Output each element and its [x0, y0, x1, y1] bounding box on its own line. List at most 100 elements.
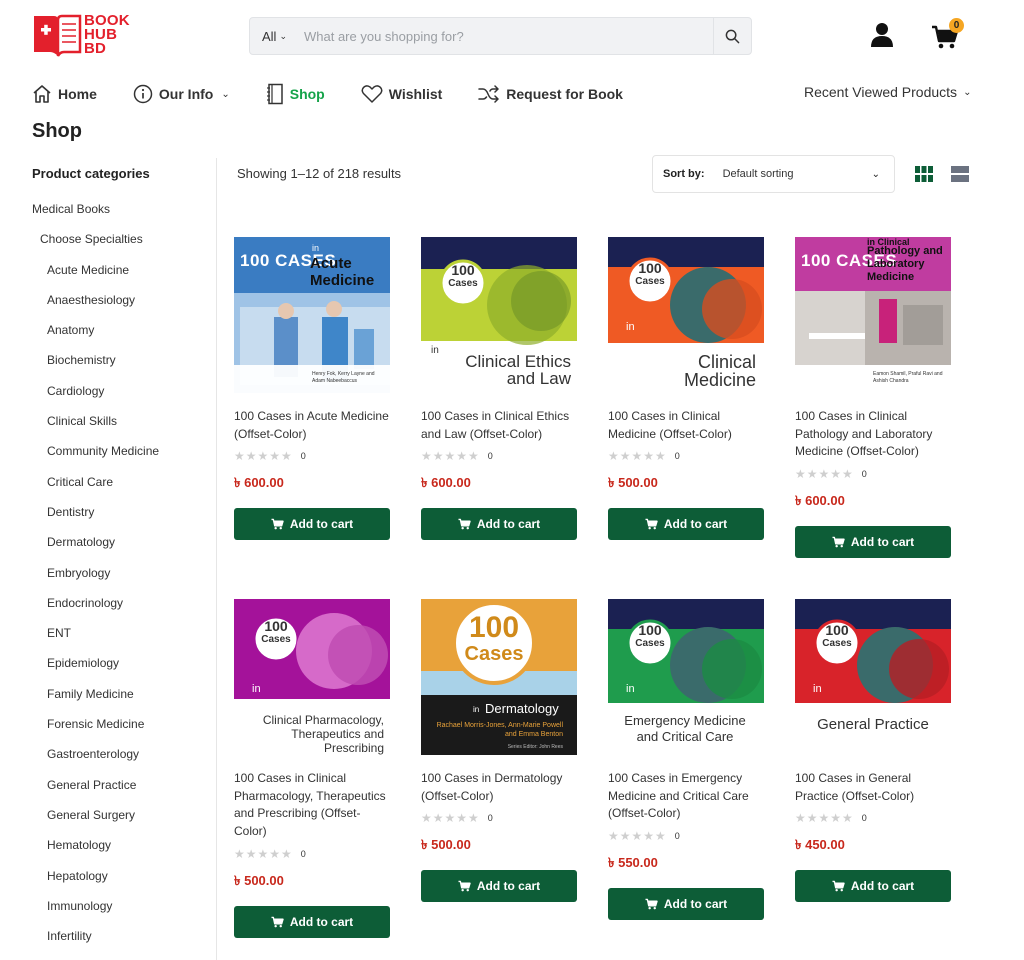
- page-title: Shop: [32, 120, 82, 142]
- user-icon[interactable]: [870, 22, 894, 48]
- category-item[interactable]: Hematology: [32, 837, 216, 867]
- category-item[interactable]: Cardiology: [32, 383, 216, 413]
- category-item[interactable]: Forensic Medicine: [32, 716, 216, 746]
- category-item[interactable]: Dentistry: [32, 504, 216, 534]
- product-title[interactable]: 100 Cases in Dermatology (Offset-Color): [421, 770, 577, 805]
- cover-badge-number: 100: [451, 262, 475, 278]
- product-price: ৳ 600.00: [795, 493, 845, 509]
- chevron-down-icon: ⌄: [963, 86, 972, 98]
- category-item[interactable]: General Practice: [32, 777, 216, 807]
- rating-count: 0: [300, 451, 306, 462]
- category-item[interactable]: Anaesthesiology: [32, 292, 216, 322]
- add-to-cart-button[interactable]: Add to cart: [795, 870, 951, 903]
- chevron-down-icon: ⌄: [279, 30, 287, 41]
- site-logo[interactable]: BOOK HUB BD: [32, 12, 130, 58]
- add-to-cart-button[interactable]: Add to cart: [234, 508, 390, 541]
- add-to-cart-label: Add to cart: [476, 517, 541, 532]
- cart-icon: [832, 536, 845, 548]
- category-item[interactable]: Immunology: [32, 898, 216, 928]
- cover-badge: 100 Cases: [629, 261, 671, 288]
- nav-our-info[interactable]: Our Info ⌄: [133, 80, 230, 108]
- nav-home[interactable]: Home: [32, 80, 97, 108]
- product-title[interactable]: 100 Cases in Clinical Ethics and Law (Of…: [421, 408, 577, 443]
- cart-icon: [645, 519, 658, 530]
- product-title[interactable]: 100 Cases in General Practice (Offset-Co…: [795, 770, 951, 805]
- add-to-cart-button[interactable]: Add to cart: [795, 526, 951, 559]
- product-price: ৳ 500.00: [234, 872, 284, 888]
- cover-authors: Henry Fok, Kerry Layne and Adam Nabeebac…: [312, 371, 375, 384]
- cover-editor: Series Editor: John Rees: [507, 744, 563, 750]
- product-cover-image[interactable]: 100 Cases in Clinical Pharmacology, Ther…: [234, 599, 390, 755]
- category-item[interactable]: Anatomy: [32, 322, 216, 352]
- category-item[interactable]: General Surgery: [32, 807, 216, 837]
- product-rating: ★★★★★ 0: [608, 829, 764, 843]
- product-card: 100 Cases in Emergency Medicine and Crit…: [608, 599, 764, 921]
- grid-view-icon[interactable]: [915, 166, 933, 182]
- add-to-cart-button[interactable]: Add to cart: [608, 888, 764, 921]
- cover-authors: Rachael Morris-Jones, Ann-Marie Powell a…: [436, 722, 563, 738]
- product-price: ৳ 500.00: [421, 837, 471, 853]
- recent-viewed-dropdown[interactable]: Recent Viewed Products ⌄: [804, 84, 971, 100]
- search-category-select[interactable]: All ⌄: [250, 29, 302, 44]
- product-title[interactable]: 100 Cases in Clinical Pharmacology, Ther…: [234, 770, 390, 841]
- category-item[interactable]: Community Medicine: [32, 443, 216, 473]
- nav-shop[interactable]: Shop: [266, 80, 325, 108]
- category-item[interactable]: Endocrinology: [32, 595, 216, 625]
- category-item[interactable]: Acute Medicine: [32, 262, 216, 292]
- cover-badge: 100 Cases: [255, 619, 297, 646]
- cover-subject: General Practice: [817, 716, 929, 733]
- result-count: Showing 1–12 of 218 results: [237, 166, 402, 181]
- category-item[interactable]: Family Medicine: [32, 686, 216, 716]
- category-item[interactable]: Epidemiology: [32, 655, 216, 685]
- search-input[interactable]: [302, 18, 713, 54]
- list-view-icon[interactable]: [951, 166, 969, 182]
- category-choose-specialties[interactable]: Choose Specialties: [32, 231, 216, 261]
- nav-request-book[interactable]: Request for Book: [478, 80, 623, 108]
- add-to-cart-label: Add to cart: [850, 535, 915, 550]
- add-to-cart-label: Add to cart: [663, 517, 728, 532]
- rating-count: 0: [487, 451, 493, 462]
- add-to-cart-button[interactable]: Add to cart: [421, 508, 577, 541]
- category-item[interactable]: Gastroenterology: [32, 746, 216, 776]
- add-to-cart-button[interactable]: Add to cart: [234, 905, 390, 938]
- category-item[interactable]: Dermatology: [32, 534, 216, 564]
- category-item[interactable]: Embryology: [32, 565, 216, 595]
- product-cover-image[interactable]: 100 CASES in Acute Medicine Henry Fok, K…: [234, 237, 390, 393]
- category-item[interactable]: Biochemistry: [32, 352, 216, 382]
- category-item[interactable]: Hepatology: [32, 868, 216, 898]
- product-title[interactable]: 100 Cases in Emergency Medicine and Crit…: [608, 770, 764, 823]
- category-list: Acute Medicine Anaesthesiology Anatomy Bioc…: [32, 262, 216, 959]
- product-cover-image[interactable]: 100 Cases in Dermatology Rachael Morris-…: [421, 599, 577, 755]
- product-rating: ★★★★★ 0: [234, 449, 390, 463]
- product-cover-image[interactable]: 100 Cases in General Practice: [795, 599, 951, 755]
- cover-badge: 100 Cases: [442, 262, 484, 290]
- category-item[interactable]: Critical Care: [32, 474, 216, 504]
- nav-wishlist[interactable]: Wishlist: [361, 80, 443, 108]
- search-button[interactable]: [713, 18, 751, 54]
- rating-count: 0: [674, 831, 680, 842]
- cover-subject: Clinical Medicine: [683, 352, 756, 390]
- product-cover-image[interactable]: 100 Cases in Clinical Medicine: [608, 237, 764, 393]
- product-title[interactable]: 100 Cases in Clinical Medicine (Offset-C…: [608, 408, 764, 443]
- category-medical-books[interactable]: Medical Books: [32, 201, 216, 231]
- cart-icon: [271, 916, 284, 928]
- add-to-cart-button[interactable]: Add to cart: [421, 870, 577, 903]
- product-title[interactable]: 100 Cases in Clinical Pathology and Labo…: [795, 408, 951, 461]
- product-cover-image[interactable]: 100 CASES in Clinical Pathology and Labo…: [795, 237, 951, 393]
- cover-small: in: [626, 683, 635, 695]
- sort-select[interactable]: Sort by: Default sorting ⌄: [652, 155, 895, 193]
- add-to-cart-button[interactable]: Add to cart: [608, 508, 764, 541]
- site-header: BOOK HUB BD All ⌄ 0: [0, 0, 1024, 70]
- product-cover-image[interactable]: 100 Cases in Emergency Medicine and Crit…: [608, 599, 764, 755]
- nav-wishlist-label: Wishlist: [388, 86, 443, 102]
- search-category-label: All: [262, 28, 277, 44]
- rating-count: 0: [487, 813, 493, 824]
- nav-our-info-label: Our Info: [158, 86, 214, 102]
- category-item[interactable]: Clinical Skills: [32, 413, 216, 443]
- product-cover-image[interactable]: 100 Cases in Clinical Ethics and Law: [421, 237, 577, 393]
- product-title[interactable]: 100 Cases in Acute Medicine (Offset-Colo…: [234, 408, 390, 443]
- category-item[interactable]: ENT: [32, 625, 216, 655]
- category-item[interactable]: Infertility: [32, 928, 216, 958]
- sort-value: Default sorting: [722, 168, 794, 180]
- star-rating-icon: ★★★★★: [608, 449, 667, 464]
